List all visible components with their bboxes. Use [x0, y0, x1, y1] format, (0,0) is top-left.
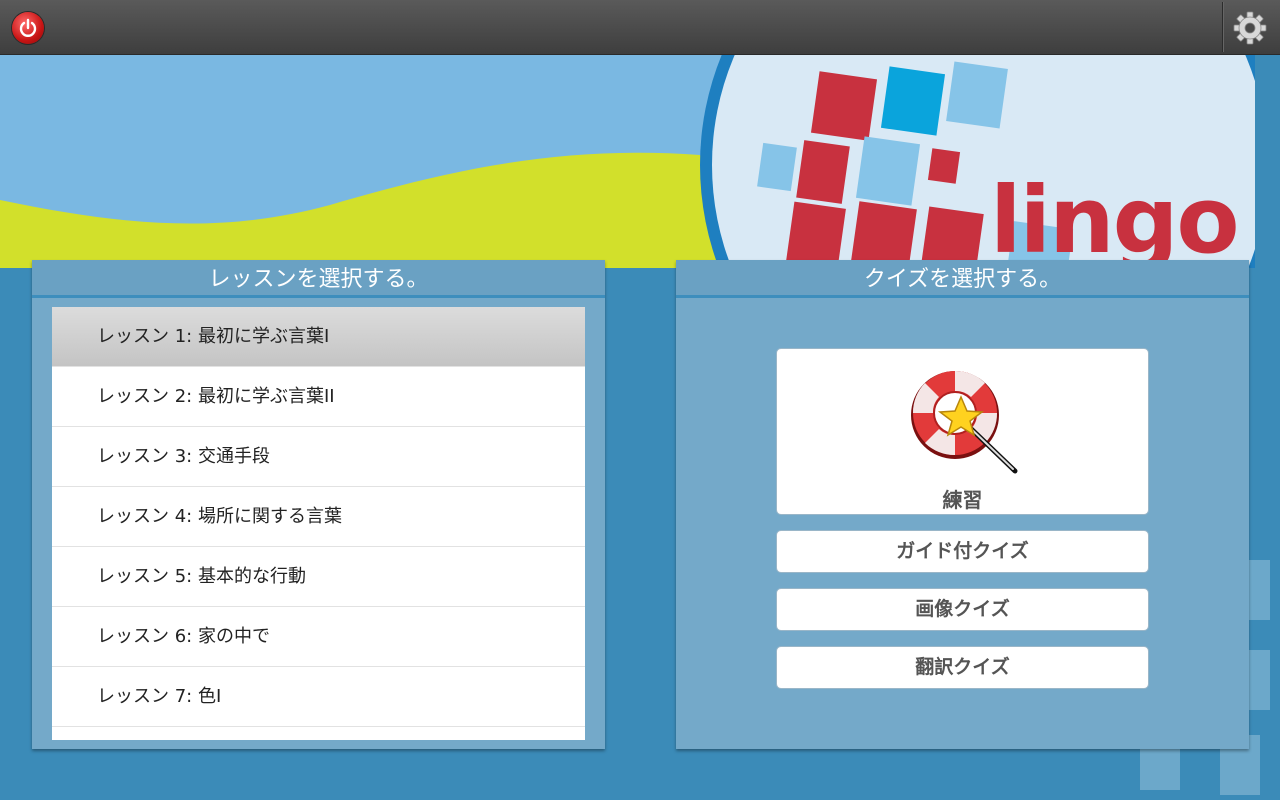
toolbar-divider	[1222, 2, 1223, 52]
image-quiz-button[interactable]: 画像クイズ	[776, 588, 1149, 631]
translation-quiz-button[interactable]: 翻訳クイズ	[776, 646, 1149, 689]
lifebuoy-magic-wand-icon	[905, 367, 1021, 477]
gear-icon	[1233, 11, 1267, 45]
power-button[interactable]	[12, 12, 44, 44]
practice-button[interactable]: 練習	[776, 348, 1149, 515]
lesson-item-6[interactable]: レッスン 6: 家の中で	[52, 607, 585, 667]
lesson-item-3[interactable]: レッスン 3: 交通手段	[52, 427, 585, 487]
lesson-item-1[interactable]: レッスン 1: 最初に学ぶ言葉I	[52, 307, 585, 367]
header-banner: lingo	[0, 55, 1255, 268]
practice-label: 練習	[942, 488, 983, 512]
settings-button[interactable]	[1232, 10, 1268, 46]
lesson-list: レッスン 1: 最初に学ぶ言葉I レッスン 2: 最初に学ぶ言葉II レッスン …	[52, 307, 585, 740]
quiz-panel: クイズを選択する。 練習 ガイド付クイズ 画像クイズ 翻訳クイズ	[676, 260, 1249, 749]
guided-quiz-button[interactable]: ガイド付クイズ	[776, 530, 1149, 573]
lesson-item-4[interactable]: レッスン 4: 場所に関する言葉	[52, 487, 585, 547]
lessons-panel: レッスンを選択する。 レッスン 1: 最初に学ぶ言葉I レッスン 2: 最初に学…	[32, 260, 605, 749]
lesson-item-2[interactable]: レッスン 2: 最初に学ぶ言葉II	[52, 367, 585, 427]
lesson-item-7[interactable]: レッスン 7: 色I	[52, 667, 585, 727]
quiz-header: クイズを選択する。	[676, 260, 1249, 298]
power-icon	[19, 18, 37, 37]
lessons-header: レッスンを選択する。	[32, 260, 605, 298]
logo-wordmark: lingo	[990, 167, 1240, 268]
top-toolbar	[0, 0, 1280, 55]
lesson-item-5[interactable]: レッスン 5: 基本的な行動	[52, 547, 585, 607]
